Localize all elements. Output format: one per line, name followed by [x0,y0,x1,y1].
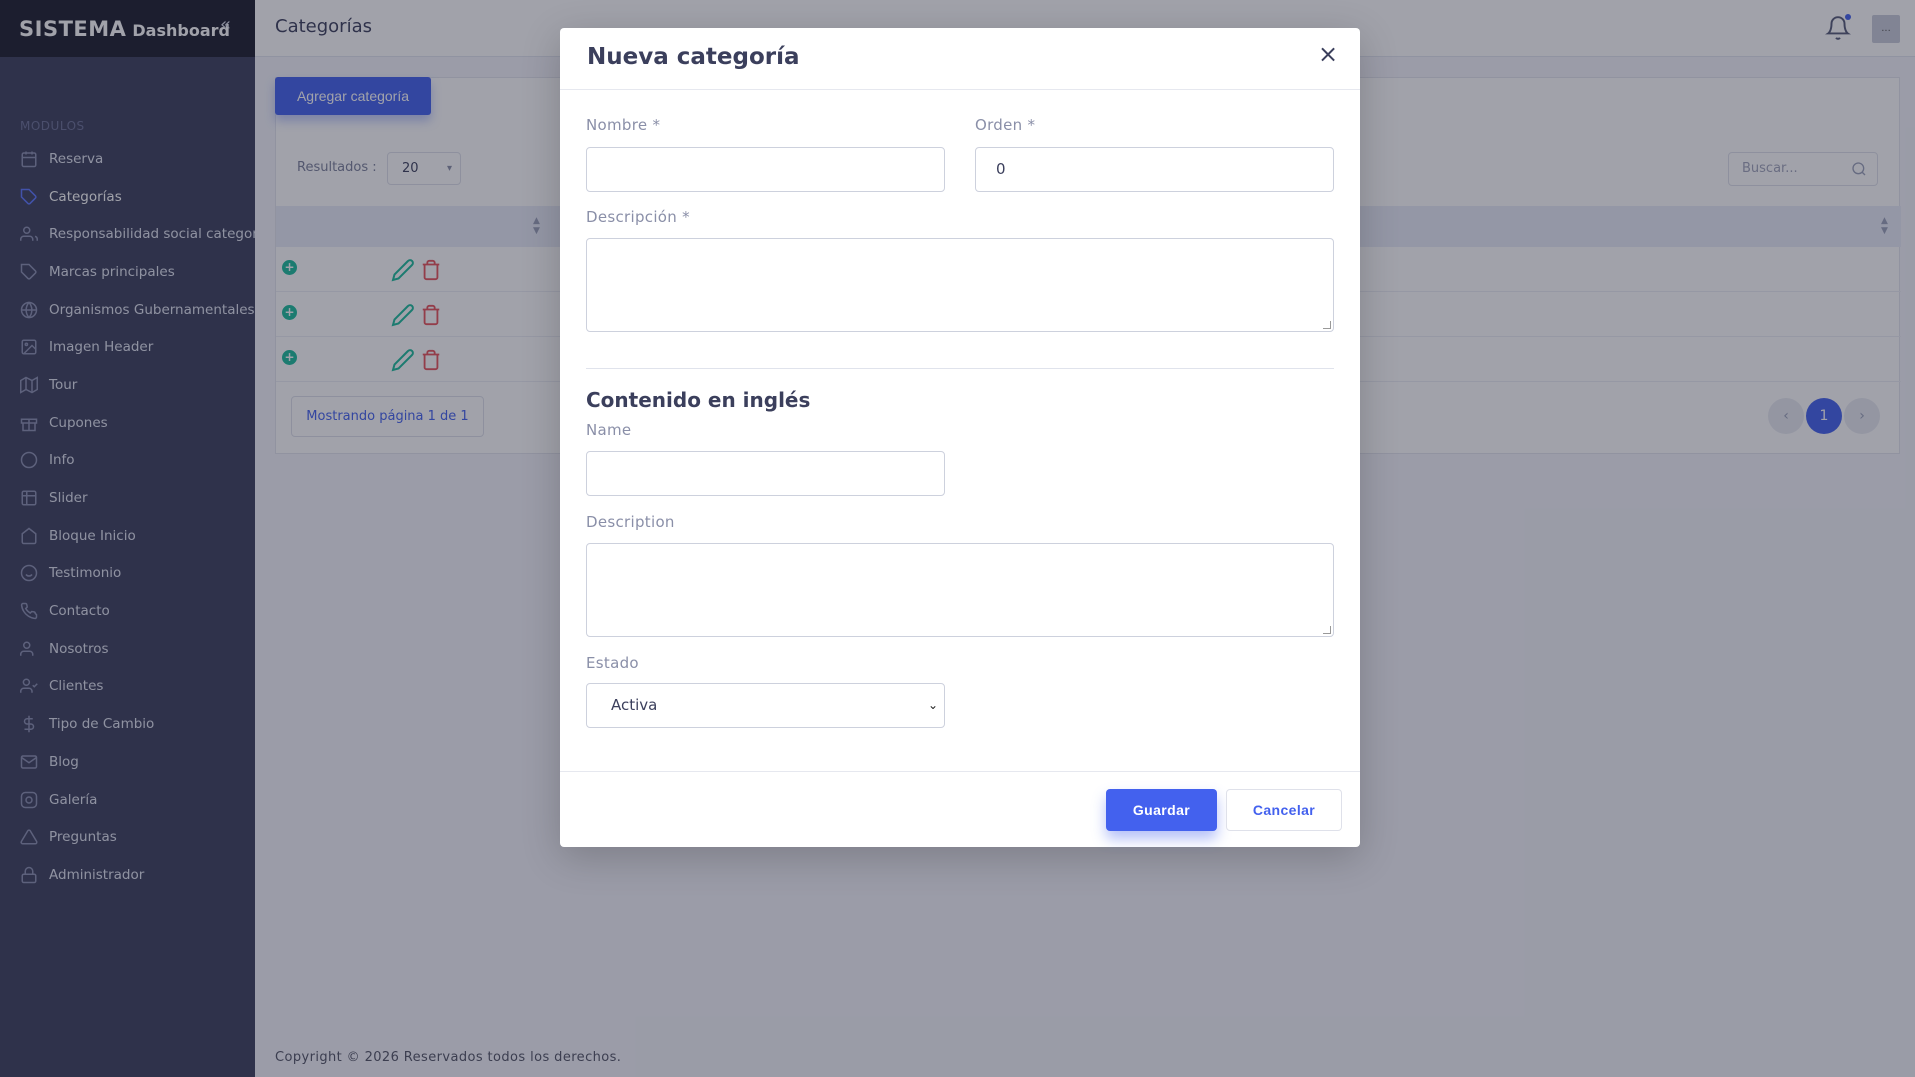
estado-select[interactable]: Activa ⌄ [586,683,945,728]
name-label: Name [586,421,632,439]
descripcion-textarea[interactable] [586,238,1334,332]
modal-footer: Guardar Cancelar [560,771,1360,847]
new-category-modal: Nueva categoría × Nombre * Orden * 0 Des… [560,28,1360,847]
english-content-heading: Contenido en inglés [586,388,811,412]
chevron-down-icon: ⌄ [927,698,938,712]
nombre-input[interactable] [586,147,945,192]
orden-label: Orden * [975,116,1036,134]
nombre-label: Nombre * [586,116,661,134]
estado-label: Estado [586,654,639,672]
name-input[interactable] [586,451,945,496]
description-label: Description [586,513,675,531]
resize-handle[interactable] [1323,626,1331,634]
descripcion-label: Descripción * [586,208,690,226]
modal-header: Nueva categoría × [560,28,1360,90]
orden-input[interactable]: 0 [975,147,1334,192]
divider [586,368,1334,369]
cancel-button[interactable]: Cancelar [1226,789,1342,831]
modal-title: Nueva categoría [587,44,800,70]
estado-select-value: Activa [611,696,658,714]
close-icon[interactable]: × [1318,42,1338,66]
description-textarea[interactable] [586,543,1334,637]
resize-handle[interactable] [1323,321,1331,329]
save-button[interactable]: Guardar [1106,789,1217,831]
